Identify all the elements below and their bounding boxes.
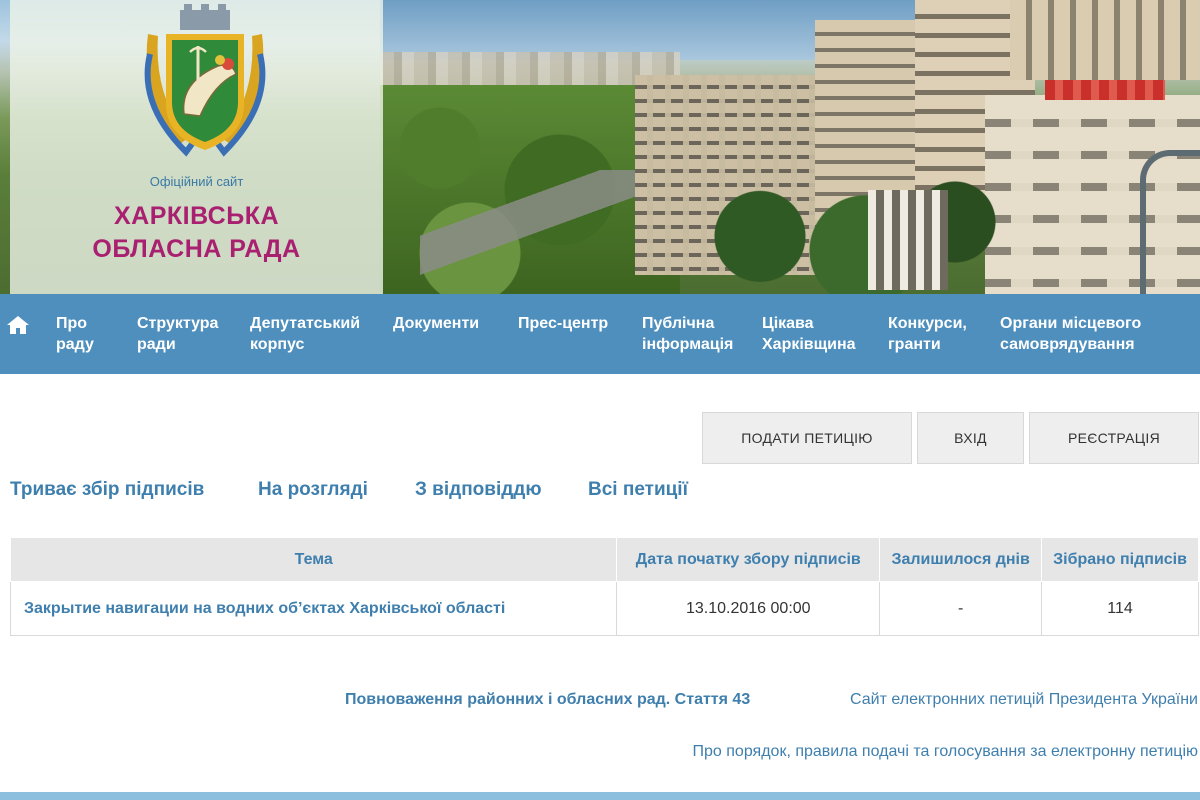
banner-roof — [1045, 80, 1165, 100]
register-button[interactable]: РЕЄСТРАЦІЯ — [1029, 412, 1199, 464]
president-petitions-link[interactable]: Сайт електронних петицій Президента Укра… — [850, 691, 1198, 709]
submit-petition-button[interactable]: ПОДАТИ ПЕТИЦІЮ — [702, 412, 912, 464]
council-name-line1: ХАРКІВСЬКА — [113, 202, 280, 230]
table-row[interactable]: Закрытие навигации на водних об’єктах Ха… — [9, 581, 1199, 636]
nav-item-contests[interactable]: Конкурси, гранти — [888, 313, 967, 355]
nav-item-public-info[interactable]: Публічна інформація — [642, 313, 733, 355]
coat-of-arms-icon — [144, 4, 266, 157]
nav-item-deputies[interactable]: Депутатський корпус — [250, 313, 360, 355]
column-header-start-date[interactable]: Дата початку збору підписів — [616, 537, 881, 582]
tab-all-petitions[interactable]: Всі петиції — [588, 479, 688, 501]
header-banner: Офіційний сайт ХАРКІВСЬКА ОБЛАСНА РАДА — [0, 0, 1200, 294]
tab-collecting-signatures[interactable]: Триває збір підписів — [10, 479, 204, 501]
petition-signatures: 114 — [1041, 581, 1199, 636]
column-header-topic[interactable]: Тема — [9, 537, 618, 582]
nav-item-structure[interactable]: Структура ради — [137, 313, 218, 355]
banner-trees — [700, 150, 1000, 294]
tab-answered[interactable]: З відповіддю — [415, 479, 542, 501]
official-site-label: Офіційний сайт — [149, 174, 244, 189]
petition-rules-link[interactable]: Про порядок, правила подачі та голосуван… — [693, 743, 1198, 761]
powers-article-link[interactable]: Повноваження районних і обласних рад. Ст… — [345, 691, 750, 709]
petitions-table: Тема Дата початку збору підписів Залишил… — [9, 537, 1199, 636]
petition-days-left: - — [879, 581, 1043, 636]
footer-bar — [0, 792, 1200, 800]
table-header-row: Тема Дата початку збору підписів Залишил… — [9, 537, 1199, 582]
nav-item-interesting[interactable]: Цікава Харківщина — [762, 313, 856, 355]
main-nav: Про раду Структура ради Депутатський кор… — [0, 294, 1200, 374]
petition-topic-link[interactable]: Закрытие навигации на водних об’єктах Ха… — [9, 581, 618, 636]
nav-item-press-center[interactable]: Прес-центр — [518, 313, 608, 334]
nav-item-documents[interactable]: Документи — [393, 313, 479, 334]
nav-item-about[interactable]: Про раду — [56, 313, 94, 355]
petition-start-date: 13.10.2016 00:00 — [616, 581, 881, 636]
council-name-line2: ОБЛАСНА РАДА — [92, 235, 301, 263]
logo-panel[interactable]: Офіційний сайт ХАРКІВСЬКА ОБЛАСНА РАДА — [10, 0, 383, 294]
tab-under-review[interactable]: На розгляді — [258, 479, 368, 501]
banner-lamp — [1140, 150, 1200, 294]
login-button[interactable]: ВХІД — [917, 412, 1024, 464]
home-icon[interactable] — [6, 314, 30, 336]
column-header-days-left[interactable]: Залишилося днів — [879, 537, 1043, 582]
council-name[interactable]: ХАРКІВСЬКА ОБЛАСНА РАДА — [10, 200, 383, 266]
nav-item-local-government[interactable]: Органи місцевого самоврядування — [1000, 313, 1141, 355]
banner-colonnade — [868, 190, 948, 290]
column-header-signatures[interactable]: Зібрано підписів — [1041, 537, 1199, 582]
banner-building — [1010, 0, 1200, 80]
